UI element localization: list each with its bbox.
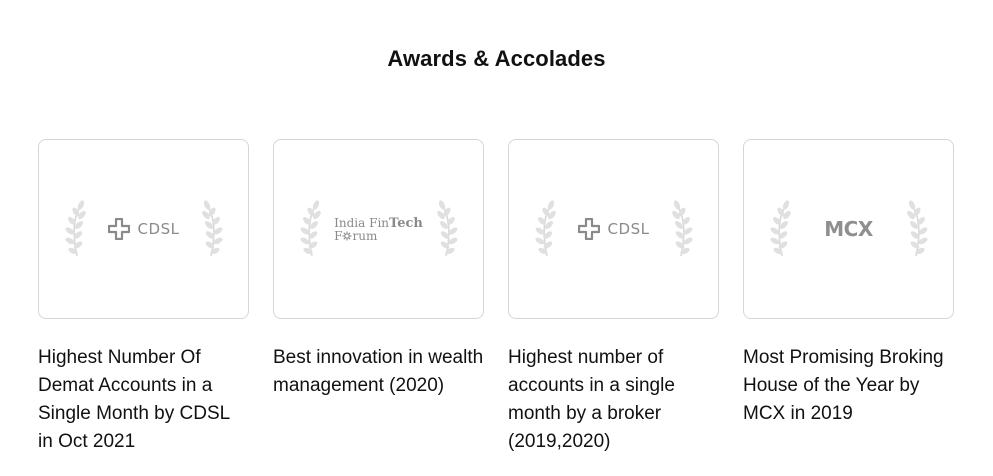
laurel-right-icon <box>199 198 223 257</box>
award-logo-box: CDSL <box>508 139 719 319</box>
cdsl-cross-icon <box>107 218 130 240</box>
award-caption: Highest number of accounts in a single m… <box>508 347 675 452</box>
logo-center: India FinTech Frum <box>324 198 434 260</box>
awards-grid: CDSL Highest Number Of Demat Accounts in… <box>38 139 954 456</box>
award-caption: Most Promising Broking House of the Year… <box>743 347 944 424</box>
logo-center: CDSL <box>559 198 669 260</box>
forum-logo-text-b: rum <box>352 228 378 243</box>
cdsl-logo-text: CDSL <box>137 220 180 238</box>
laurel-left-icon <box>534 198 558 257</box>
award-logo-box: MCX <box>743 139 954 319</box>
laurel-left-icon <box>769 198 793 257</box>
award-card-cdsl-broker: CDSL Highest number of accounts in a sin… <box>508 139 719 456</box>
laurel-left-icon <box>299 198 323 257</box>
section-title: Awards & Accolades <box>387 46 606 71</box>
cdsl-logo: CDSL <box>577 218 650 240</box>
logo-center: CDSL <box>89 198 199 260</box>
cdsl-logo-text: CDSL <box>607 220 650 238</box>
award-card-mcx-2019: MCX Most Promising Broking House of the … <box>743 139 954 456</box>
award-card-fintech-2020: India FinTech Frum Best innovation in we… <box>273 139 484 456</box>
award-card-cdsl-2021: CDSL Highest Number Of Demat Accounts in… <box>38 139 249 456</box>
mcx-logo: MCX <box>824 217 873 241</box>
award-caption: Best innovation in wealth management (20… <box>273 347 484 396</box>
gear-o-icon <box>342 231 352 240</box>
forum-logo-text-a: F <box>334 228 343 243</box>
award-logo-box: India FinTech Frum <box>273 139 484 319</box>
award-logo-box: CDSL <box>38 139 249 319</box>
cdsl-cross-icon <box>577 218 600 240</box>
fintech-logo-text-b: Tech <box>389 215 423 231</box>
logo-center: MCX <box>794 198 904 260</box>
award-caption: Highest Number Of Demat Accounts in a Si… <box>38 347 230 452</box>
fintech-logo-text-a: India Fin <box>334 215 390 230</box>
laurel-right-icon <box>669 198 693 257</box>
laurel-right-icon <box>434 198 458 257</box>
laurel-left-icon <box>64 198 88 257</box>
laurel-right-icon <box>904 198 928 257</box>
india-fintech-forum-logo: India FinTech Frum <box>334 217 423 242</box>
awards-page: Awards & Accolades CDSL Highest Number O… <box>0 0 993 476</box>
cdsl-logo: CDSL <box>107 218 180 240</box>
